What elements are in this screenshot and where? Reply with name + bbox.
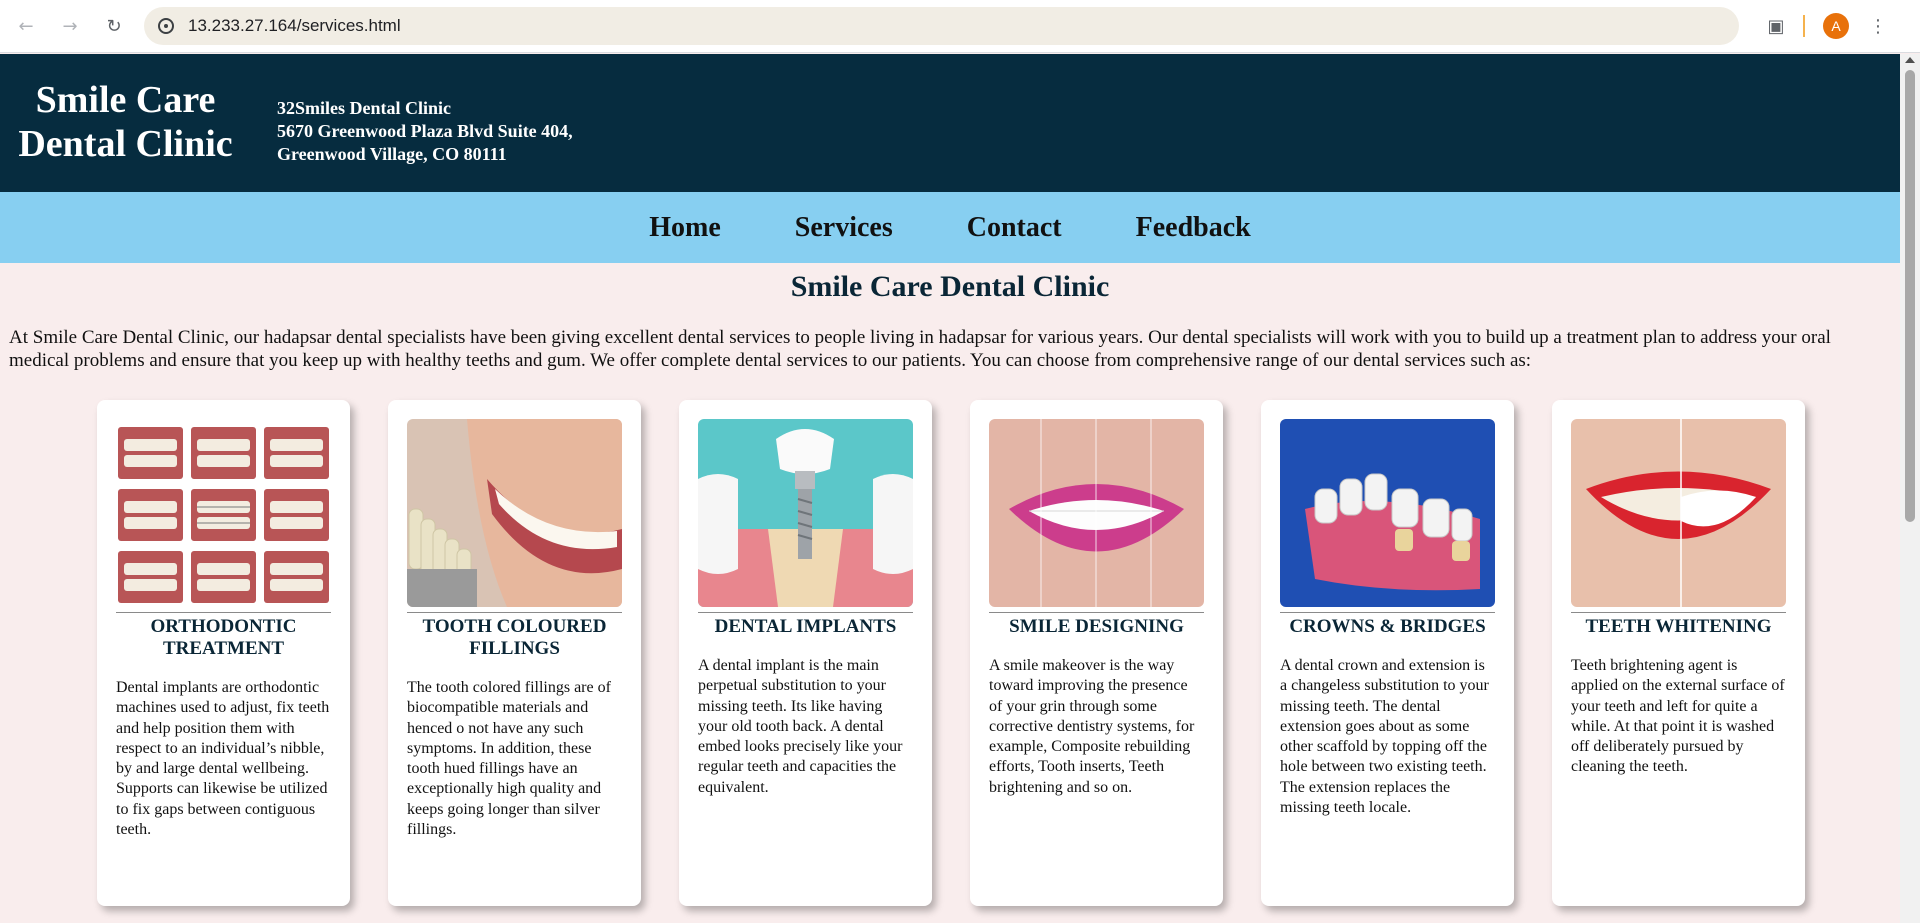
toolbar-divider (1803, 15, 1805, 37)
address-bar[interactable]: 13.233.27.164/services.html (144, 7, 1739, 45)
card-divider (116, 612, 331, 613)
address-line: 32Smiles Dental Clinic (277, 98, 451, 118)
page-title: Smile Care Dental Clinic (790, 270, 1110, 303)
card-divider (407, 612, 622, 613)
service-title: TEETH WHITENING (1585, 616, 1772, 637)
service-title: DENTAL IMPLANTS (714, 616, 897, 637)
service-card-fillings: TOOTH COLOURED FILLINGS The tooth colore… (388, 400, 641, 906)
back-icon[interactable]: ← (8, 8, 44, 44)
reload-icon[interactable]: ↻ (96, 8, 132, 44)
address-line: Greenwood Village, CO 80111 (277, 144, 507, 164)
service-title: TOOTH COLOURED FILLINGS (422, 616, 607, 659)
service-title: CROWNS & BRIDGES (1289, 616, 1486, 637)
forward-icon[interactable]: → (52, 8, 88, 44)
profile-avatar[interactable]: A (1823, 13, 1849, 39)
service-title: SMILE DESIGNING (1009, 616, 1184, 637)
intro-paragraph: At Smile Care Dental Clinic, our hadapsa… (9, 327, 1831, 371)
card-divider (1280, 612, 1495, 613)
address-line: 5670 Greenwood Plaza Blvd Suite 404, (277, 121, 573, 141)
crowns-bridges-image (1280, 419, 1495, 607)
page-scrollbar[interactable] (1900, 54, 1920, 923)
service-card-teeth-whitening: TEETH WHITENING Teeth brightening agent … (1552, 400, 1805, 906)
service-card-crowns-bridges: CROWNS & BRIDGES A dental crown and exte… (1261, 400, 1514, 906)
site-logo[interactable]: Smile Care Dental Clinic (18, 78, 233, 166)
implants-image (698, 419, 913, 607)
card-divider (1571, 612, 1786, 613)
menu-icon[interactable]: ⋮ (1869, 16, 1887, 37)
browser-toolbar: ← → ↻ 13.233.27.164/services.html ▣ A ⋮ (0, 0, 1920, 53)
service-card-smile-designing: SMILE DESIGNING A smile makeover is the … (970, 400, 1223, 906)
site-header: Smile Care Dental Clinic 32Smiles Dental… (0, 54, 1900, 192)
orthodontic-image (116, 419, 331, 607)
fillings-image (407, 419, 622, 607)
nav-services[interactable]: Services (795, 212, 893, 244)
site-info-icon[interactable] (158, 18, 174, 34)
service-description: A dental implant is the main perpetual s… (698, 657, 903, 796)
nav-home[interactable]: Home (649, 212, 721, 244)
teeth-whitening-image (1571, 419, 1786, 607)
service-description: Dental implants are orthodontic machines… (116, 679, 330, 839)
card-divider (698, 612, 913, 613)
service-description: A dental crown and extension is a change… (1280, 657, 1489, 817)
smile-designing-image (989, 419, 1204, 607)
nav-feedback[interactable]: Feedback (1136, 212, 1251, 244)
nav-contact[interactable]: Contact (967, 212, 1062, 244)
service-description: A smile makeover is the way toward impro… (989, 657, 1195, 796)
service-description: Teeth brightening agent is applied on th… (1571, 657, 1785, 776)
service-title: ORTHODONTIC TREATMENT (150, 616, 297, 659)
service-card-implants: DENTAL IMPLANTS A dental implant is the … (679, 400, 932, 906)
main-nav: Home Services Contact Feedback (0, 192, 1900, 263)
card-divider (989, 612, 1204, 613)
url-text[interactable]: 13.233.27.164/services.html (188, 16, 401, 36)
scroll-up-icon[interactable] (1905, 57, 1915, 63)
service-card-orthodontic: ORTHODONTIC TREATMENT Dental implants ar… (97, 400, 350, 906)
clinic-address: 32Smiles Dental Clinic 5670 Greenwood Pl… (277, 97, 573, 166)
extensions-icon[interactable]: ▣ (1765, 15, 1787, 37)
service-description: The tooth colored fillings are of biocom… (407, 679, 611, 839)
scrollbar-thumb[interactable] (1905, 70, 1915, 522)
